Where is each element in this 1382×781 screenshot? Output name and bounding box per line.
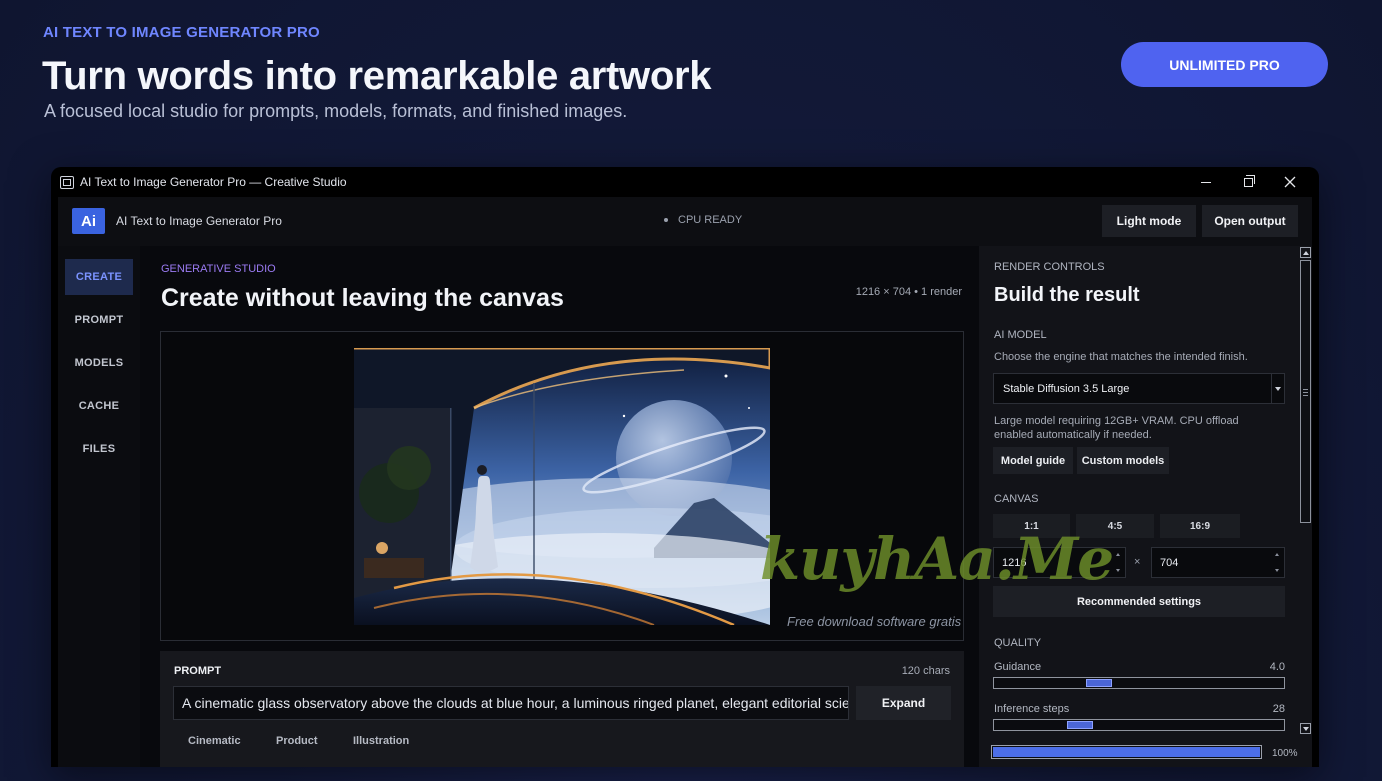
canvas-heading: CANVAS xyxy=(994,493,1039,505)
window-title: AI Text to Image Generator Pro — Creativ… xyxy=(80,175,347,189)
width-value: 1216 xyxy=(1002,556,1027,569)
grip-icon xyxy=(1303,389,1308,396)
custom-models-button[interactable]: Custom models xyxy=(1077,447,1169,474)
nav-item-cache[interactable]: CACHE xyxy=(65,388,133,424)
expand-button[interactable]: Expand xyxy=(856,686,951,720)
studio-eyebrow: GENERATIVE STUDIO xyxy=(161,263,276,275)
scroll-down-icon[interactable] xyxy=(1300,723,1311,734)
steps-slider[interactable] xyxy=(993,719,1285,731)
steps-label: Inference steps xyxy=(994,703,1070,715)
ratio-16-9-button[interactable]: 16:9 xyxy=(1160,514,1240,538)
open-output-button[interactable]: Open output xyxy=(1202,205,1298,237)
nav-item-models[interactable]: MODELS xyxy=(65,345,133,381)
model-select-value: Stable Diffusion 3.5 Large xyxy=(1003,382,1130,395)
app-name: AI Text to Image Generator Pro xyxy=(116,214,282,228)
light-mode-button[interactable]: Light mode xyxy=(1102,205,1196,237)
artwork-image xyxy=(354,348,770,625)
window-titlebar: AI Text to Image Generator Pro — Creativ… xyxy=(51,167,1319,197)
chevron-down-icon xyxy=(1271,374,1284,403)
ai-model-hint: Choose the engine that matches the inten… xyxy=(994,351,1248,363)
controls-scrollbar[interactable] xyxy=(1299,246,1312,740)
guidance-value: 4.0 xyxy=(1269,661,1285,673)
steps-slider-thumb[interactable] xyxy=(1067,721,1093,729)
hero-eyebrow: AI TEXT TO IMAGE GENERATOR PRO xyxy=(43,24,320,41)
scroll-up-icon[interactable] xyxy=(1300,247,1311,258)
model-guide-button[interactable]: Model guide xyxy=(993,447,1073,474)
height-value: 704 xyxy=(1160,556,1179,569)
steps-value: 28 xyxy=(1272,703,1285,715)
chip-illustration[interactable]: Illustration xyxy=(353,731,409,751)
app-logo: Ai xyxy=(72,208,105,234)
nav-item-files[interactable]: FILES xyxy=(65,431,133,467)
render-progress-text: 100% xyxy=(1272,748,1298,759)
quality-heading: QUALITY xyxy=(994,637,1042,649)
controls-title: Build the result xyxy=(994,284,1140,306)
close-icon[interactable] xyxy=(1269,167,1311,197)
main-panel: GENERATIVE STUDIO Create without leaving… xyxy=(140,246,978,767)
ai-model-heading: AI MODEL xyxy=(994,329,1047,341)
height-stepper-icon[interactable] xyxy=(1274,553,1280,572)
prompt-label: PROMPT xyxy=(174,665,222,677)
app-content: Ai AI Text to Image Generator Pro CPU RE… xyxy=(58,197,1312,767)
app-window: AI Text to Image Generator Pro — Creativ… xyxy=(51,167,1319,767)
unlimited-pro-button[interactable]: UNLIMITED PRO xyxy=(1121,42,1328,87)
prompt-input[interactable]: A cinematic glass observatory above the … xyxy=(173,686,849,720)
render-progress-bar xyxy=(991,745,1262,759)
hero-title: Turn words into remarkable artwork xyxy=(42,54,712,98)
nav-item-create[interactable]: CREATE xyxy=(65,259,133,295)
model-select[interactable]: Stable Diffusion 3.5 Large xyxy=(993,373,1285,404)
ratio-4-5-button[interactable]: 4:5 xyxy=(1076,514,1154,538)
hero-subtitle: A focused local studio for prompts, mode… xyxy=(44,101,628,121)
image-canvas xyxy=(160,331,964,641)
width-input[interactable]: 1216 xyxy=(993,547,1126,578)
app-topbar: Ai AI Text to Image Generator Pro CPU RE… xyxy=(58,197,1312,246)
render-progress-fill xyxy=(993,747,1260,757)
prompt-char-count: 120 chars xyxy=(901,665,950,677)
controls-eyebrow: RENDER CONTROLS xyxy=(994,261,1105,273)
nav-item-prompt[interactable]: PROMPT xyxy=(65,302,133,338)
status-indicator: CPU READY xyxy=(664,214,742,226)
maximize-icon[interactable] xyxy=(1227,167,1269,197)
generated-artwork xyxy=(354,348,770,625)
guidance-label: Guidance xyxy=(994,661,1042,673)
app-window-icon xyxy=(60,175,74,189)
status-dot-icon xyxy=(664,218,668,222)
render-info: 1216 × 704 • 1 render xyxy=(855,286,962,298)
minimize-icon[interactable] xyxy=(1185,167,1227,197)
status-text: CPU READY xyxy=(678,214,743,226)
page-title: Create without leaving the canvas xyxy=(161,284,564,312)
render-controls-panel: RENDER CONTROLS Build the result AI MODE… xyxy=(979,246,1312,767)
dimension-separator: × xyxy=(1134,556,1141,568)
height-input[interactable]: 704 xyxy=(1151,547,1285,578)
chip-product[interactable]: Product xyxy=(276,731,318,751)
chip-cinematic[interactable]: Cinematic xyxy=(188,731,241,751)
side-navigation: CREATE PROMPT MODELS CACHE FILES xyxy=(58,246,140,767)
scrollbar-thumb[interactable] xyxy=(1300,260,1311,523)
guidance-slider-thumb[interactable] xyxy=(1086,679,1112,687)
model-note-line-2: enabled automatically if needed. xyxy=(994,429,1152,441)
ratio-1-1-button[interactable]: 1:1 xyxy=(993,514,1070,538)
width-stepper-icon[interactable] xyxy=(1115,553,1121,572)
model-note-line-1: Large model requiring 12GB+ VRAM. CPU of… xyxy=(994,415,1239,427)
recommended-settings-button[interactable]: Recommended settings xyxy=(993,586,1285,617)
prompt-panel: PROMPT 120 chars A cinematic glass obser… xyxy=(160,651,964,767)
guidance-slider[interactable] xyxy=(993,677,1285,689)
prompt-input-text: A cinematic glass observatory above the … xyxy=(182,695,849,711)
